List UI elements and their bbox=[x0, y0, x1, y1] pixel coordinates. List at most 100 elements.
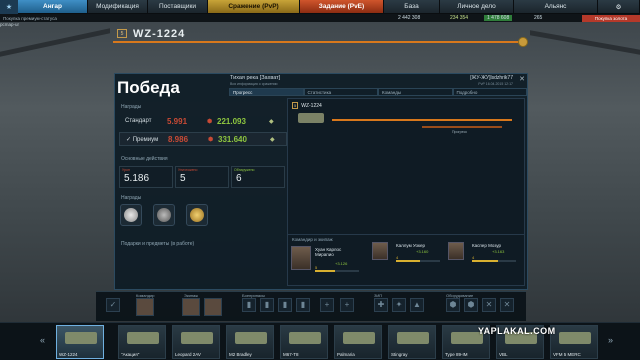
settings-gear-icon[interactable]: ⚙ bbox=[598, 0, 640, 13]
commander-portrait[interactable] bbox=[136, 298, 154, 316]
premium-exp: 331.640 bbox=[218, 134, 247, 144]
medal-gold-icon[interactable] bbox=[186, 204, 208, 226]
tank-icon bbox=[559, 332, 591, 344]
add-ammo-button[interactable]: + bbox=[320, 298, 334, 312]
tank-progress-name: WZ-1224 bbox=[301, 102, 322, 109]
ammo-slot-4[interactable]: ▮ bbox=[296, 298, 310, 312]
tank-icon bbox=[343, 332, 375, 344]
nav-battle-pvp[interactable]: Сражение (PvP) bbox=[208, 0, 300, 13]
carousel-left-arrow-icon[interactable]: « bbox=[40, 335, 45, 345]
equipment-slot-3[interactable]: ✕ bbox=[482, 298, 496, 312]
crew-member-commander[interactable]: Хуан Карлос Мирапио +3.126 5 bbox=[291, 246, 363, 290]
nav-suppliers[interactable]: Поставщики bbox=[148, 0, 208, 13]
crew-portrait bbox=[291, 246, 311, 270]
nav-hangar[interactable]: Ангар bbox=[18, 0, 88, 13]
xp-value: 234 354 bbox=[450, 15, 469, 21]
nav-alliance[interactable]: Альянс bbox=[514, 0, 598, 13]
exp-icon: ◆ bbox=[270, 136, 275, 143]
map-name: Тихая река [Захват] bbox=[230, 75, 281, 81]
carousel-vehicle[interactable]: M2 Bradley bbox=[226, 325, 274, 359]
watermark-text: YAPLAKAL.COM bbox=[478, 326, 556, 336]
standard-reward-row: Стандарт 5.991 ⬢ 221.093 ◆ bbox=[119, 114, 287, 128]
carousel-vehicle[interactable]: VFM 5 MERC bbox=[550, 325, 598, 359]
progress-bar-secondary bbox=[422, 126, 502, 128]
nav-modification[interactable]: Модификация bbox=[88, 0, 148, 13]
equipment-slot-1[interactable]: ⬢ bbox=[446, 298, 460, 312]
carousel-vehicle-name: M67-T8 bbox=[283, 352, 299, 357]
exp-icon: ◆ bbox=[269, 118, 274, 125]
crew-name: Каспер Мозур bbox=[472, 243, 502, 248]
tank-icon bbox=[181, 332, 213, 344]
tier-star-icon: 5 bbox=[292, 102, 299, 109]
carousel-vehicle[interactable]: Leopard 2AV bbox=[172, 325, 220, 359]
medal-tank-icon[interactable] bbox=[153, 204, 175, 226]
premium-silver: 8.986 bbox=[168, 134, 189, 144]
crew-name: Хуан Карлос Мирапио bbox=[315, 247, 342, 257]
nav-base[interactable]: База bbox=[384, 0, 440, 13]
loadout-panel: Командир Экипаж Боеприпасы ЗИП Оборудова… bbox=[96, 291, 526, 321]
crew-xp-bar bbox=[315, 270, 359, 272]
game-logo-icon[interactable]: ★ bbox=[0, 0, 18, 14]
tank-icon bbox=[65, 332, 97, 344]
vehicle-progress-line bbox=[113, 41, 523, 43]
nav-mission-pve[interactable]: Задание (PvE) bbox=[300, 0, 384, 13]
crew-portrait-2[interactable] bbox=[204, 298, 222, 316]
consumable-slot-3[interactable]: ▲ bbox=[410, 298, 424, 312]
tab-progress[interactable]: Прогресс bbox=[229, 88, 304, 96]
tank-icon bbox=[235, 332, 267, 344]
tank-icon bbox=[127, 332, 159, 344]
carousel-vehicle[interactable]: Stingray bbox=[388, 325, 436, 359]
ammo-slot-2[interactable]: ▮ bbox=[260, 298, 274, 312]
battle-result-title: Победа bbox=[117, 78, 180, 97]
stat-spotted: Обнаружено 6 bbox=[231, 166, 285, 188]
tank-thumbnail bbox=[298, 113, 324, 123]
buy-gold-button[interactable]: Покупка золота bbox=[582, 15, 640, 22]
consumable-slot-2[interactable]: ✦ bbox=[392, 298, 406, 312]
medal-star-icon[interactable] bbox=[120, 204, 142, 226]
carousel-vehicle[interactable]: M67-T8 bbox=[280, 325, 328, 359]
crew-xp: +3.163 bbox=[492, 249, 505, 254]
stat-kills: Уничтожено 5 bbox=[175, 166, 229, 188]
crew-xp-fill bbox=[396, 260, 421, 262]
currency-bar: Покупка премиум-статуса bbox=[0, 14, 640, 22]
carousel-vehicle-name: Type 89-IM bbox=[445, 352, 468, 357]
stat-kills-value: 5 bbox=[180, 173, 186, 184]
carousel-vehicle-name: M2 Bradley bbox=[229, 352, 252, 357]
rewards-heading: Награды bbox=[121, 104, 142, 110]
carousel-vehicle[interactable]: "Акация" bbox=[118, 325, 166, 359]
loadout-checkbox[interactable]: ✓ bbox=[106, 298, 120, 312]
equipment-slot-2[interactable]: ⬢ bbox=[464, 298, 478, 312]
ammo-slot-3[interactable]: ▮ bbox=[278, 298, 292, 312]
crew-member-gunner[interactable]: Каллум Уокер +3.160 4 bbox=[372, 242, 444, 286]
vehicle-header: 5 WZ-1224 bbox=[113, 25, 528, 47]
premium-purchase-link[interactable]: Покупка премиум-статуса bbox=[3, 16, 57, 21]
tab-statistics[interactable]: Статистика bbox=[303, 88, 378, 96]
carousel-vehicle-name: VBL bbox=[499, 352, 508, 357]
carousel-vehicle-name: Palmaria bbox=[337, 352, 355, 357]
equipment-slot-4[interactable]: ✕ bbox=[500, 298, 514, 312]
ammo-slot-1[interactable]: ▮ bbox=[242, 298, 256, 312]
crew-portrait bbox=[372, 242, 388, 260]
carousel-vehicle[interactable]: Palmaria bbox=[334, 325, 382, 359]
server-label: pcmap-ur bbox=[0, 22, 20, 27]
tab-teams[interactable]: Команды bbox=[378, 88, 453, 96]
standard-silver: 5.991 bbox=[167, 116, 188, 126]
tank-progress-header: 5 WZ-1224 bbox=[292, 102, 322, 109]
crew-member-driver[interactable]: Каспер Мозур +3.163 4 bbox=[448, 242, 520, 286]
premium-reward-row: ✓ Премиум 8.986 ⬢ 331.640 ◆ bbox=[119, 132, 287, 146]
crew-portrait-1[interactable] bbox=[182, 298, 200, 316]
add-ammo-button-2[interactable]: + bbox=[340, 298, 354, 312]
carousel-vehicle-name: "Акация" bbox=[121, 352, 140, 357]
top-navigation: ★ Ангар Модификация Поставщики Сражение … bbox=[0, 0, 640, 14]
close-icon[interactable]: ✕ bbox=[519, 75, 525, 83]
carousel-right-arrow-icon[interactable]: » bbox=[608, 335, 613, 345]
silver-coin-icon: ⬢ bbox=[208, 136, 214, 143]
vehicle-tier-badge: 5 bbox=[117, 29, 127, 38]
crew-xp: +3.160 bbox=[416, 249, 429, 254]
tab-details[interactable]: Подробно bbox=[452, 88, 527, 96]
progress-label: Прогресс bbox=[452, 130, 468, 134]
tank-icon bbox=[289, 332, 321, 344]
carousel-vehicle[interactable]: WZ-1224 bbox=[56, 325, 104, 359]
consumable-slot-1[interactable]: ✚ bbox=[374, 298, 388, 312]
nav-personal-file[interactable]: Личное дело bbox=[440, 0, 514, 13]
